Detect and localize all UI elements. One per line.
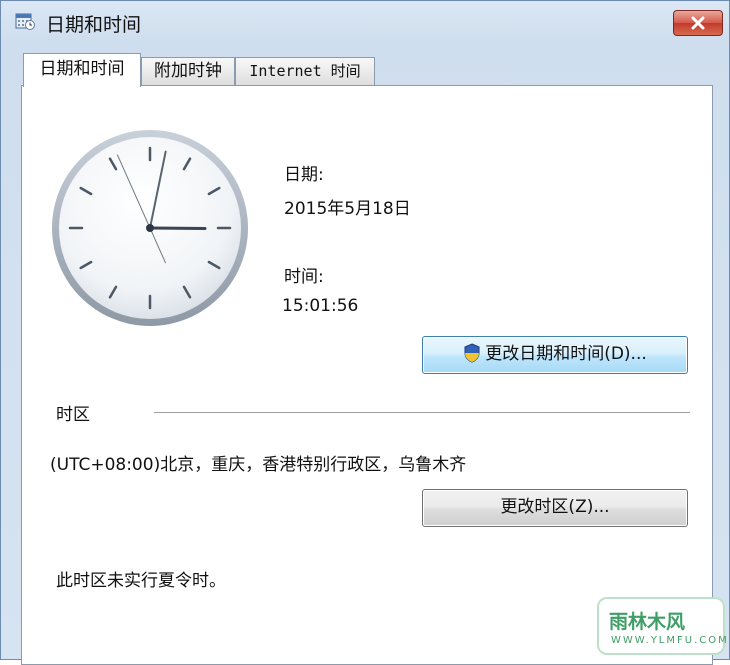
watermark-url: WWW.YLMFU.COM bbox=[611, 635, 729, 646]
timezone-value: (UTC+08:00)北京，重庆，香港特别行政区，乌鲁木齐 bbox=[50, 450, 466, 475]
clock-center bbox=[146, 224, 154, 232]
analog-clock bbox=[50, 128, 250, 328]
title-bar[interactable]: 日期和时间 bbox=[1, 1, 729, 45]
uac-shield-icon bbox=[463, 343, 481, 363]
time-value: 15:01:56 bbox=[282, 296, 358, 316]
time-label: 时间: bbox=[284, 262, 324, 287]
date-time-panel: 日期: 2015年5月18日 时间: 15:01:56 更改日期和时间(D)..… bbox=[21, 85, 713, 665]
close-icon bbox=[690, 16, 706, 30]
change-timezone-button[interactable]: 更改时区(Z)... bbox=[422, 489, 688, 527]
watermark-logo: 雨林木风 WWW.YLMFU.COM bbox=[597, 597, 725, 655]
window-title: 日期和时间 bbox=[46, 10, 141, 37]
timezone-section-label: 时区 bbox=[56, 400, 90, 425]
change-date-time-label: 更改日期和时间(D)... bbox=[485, 344, 647, 364]
date-time-dialog: 日期和时间 日期和时间 附加时钟 Internet 时间 bbox=[0, 0, 730, 660]
watermark-text: 雨林木风 bbox=[609, 607, 685, 634]
close-button[interactable] bbox=[673, 10, 723, 36]
calendar-clock-icon bbox=[15, 11, 35, 31]
date-value: 2015年5月18日 bbox=[284, 194, 411, 219]
dst-note: 此时区未实行夏令时。 bbox=[56, 566, 226, 591]
date-label: 日期: bbox=[284, 160, 324, 185]
tab-date-time[interactable]: 日期和时间 bbox=[23, 53, 141, 87]
change-date-time-button[interactable]: 更改日期和时间(D)... bbox=[422, 336, 688, 374]
tab-internet-time[interactable]: Internet 时间 bbox=[235, 57, 375, 85]
timezone-divider bbox=[154, 412, 690, 413]
tab-additional-clocks[interactable]: 附加时钟 bbox=[141, 57, 235, 85]
